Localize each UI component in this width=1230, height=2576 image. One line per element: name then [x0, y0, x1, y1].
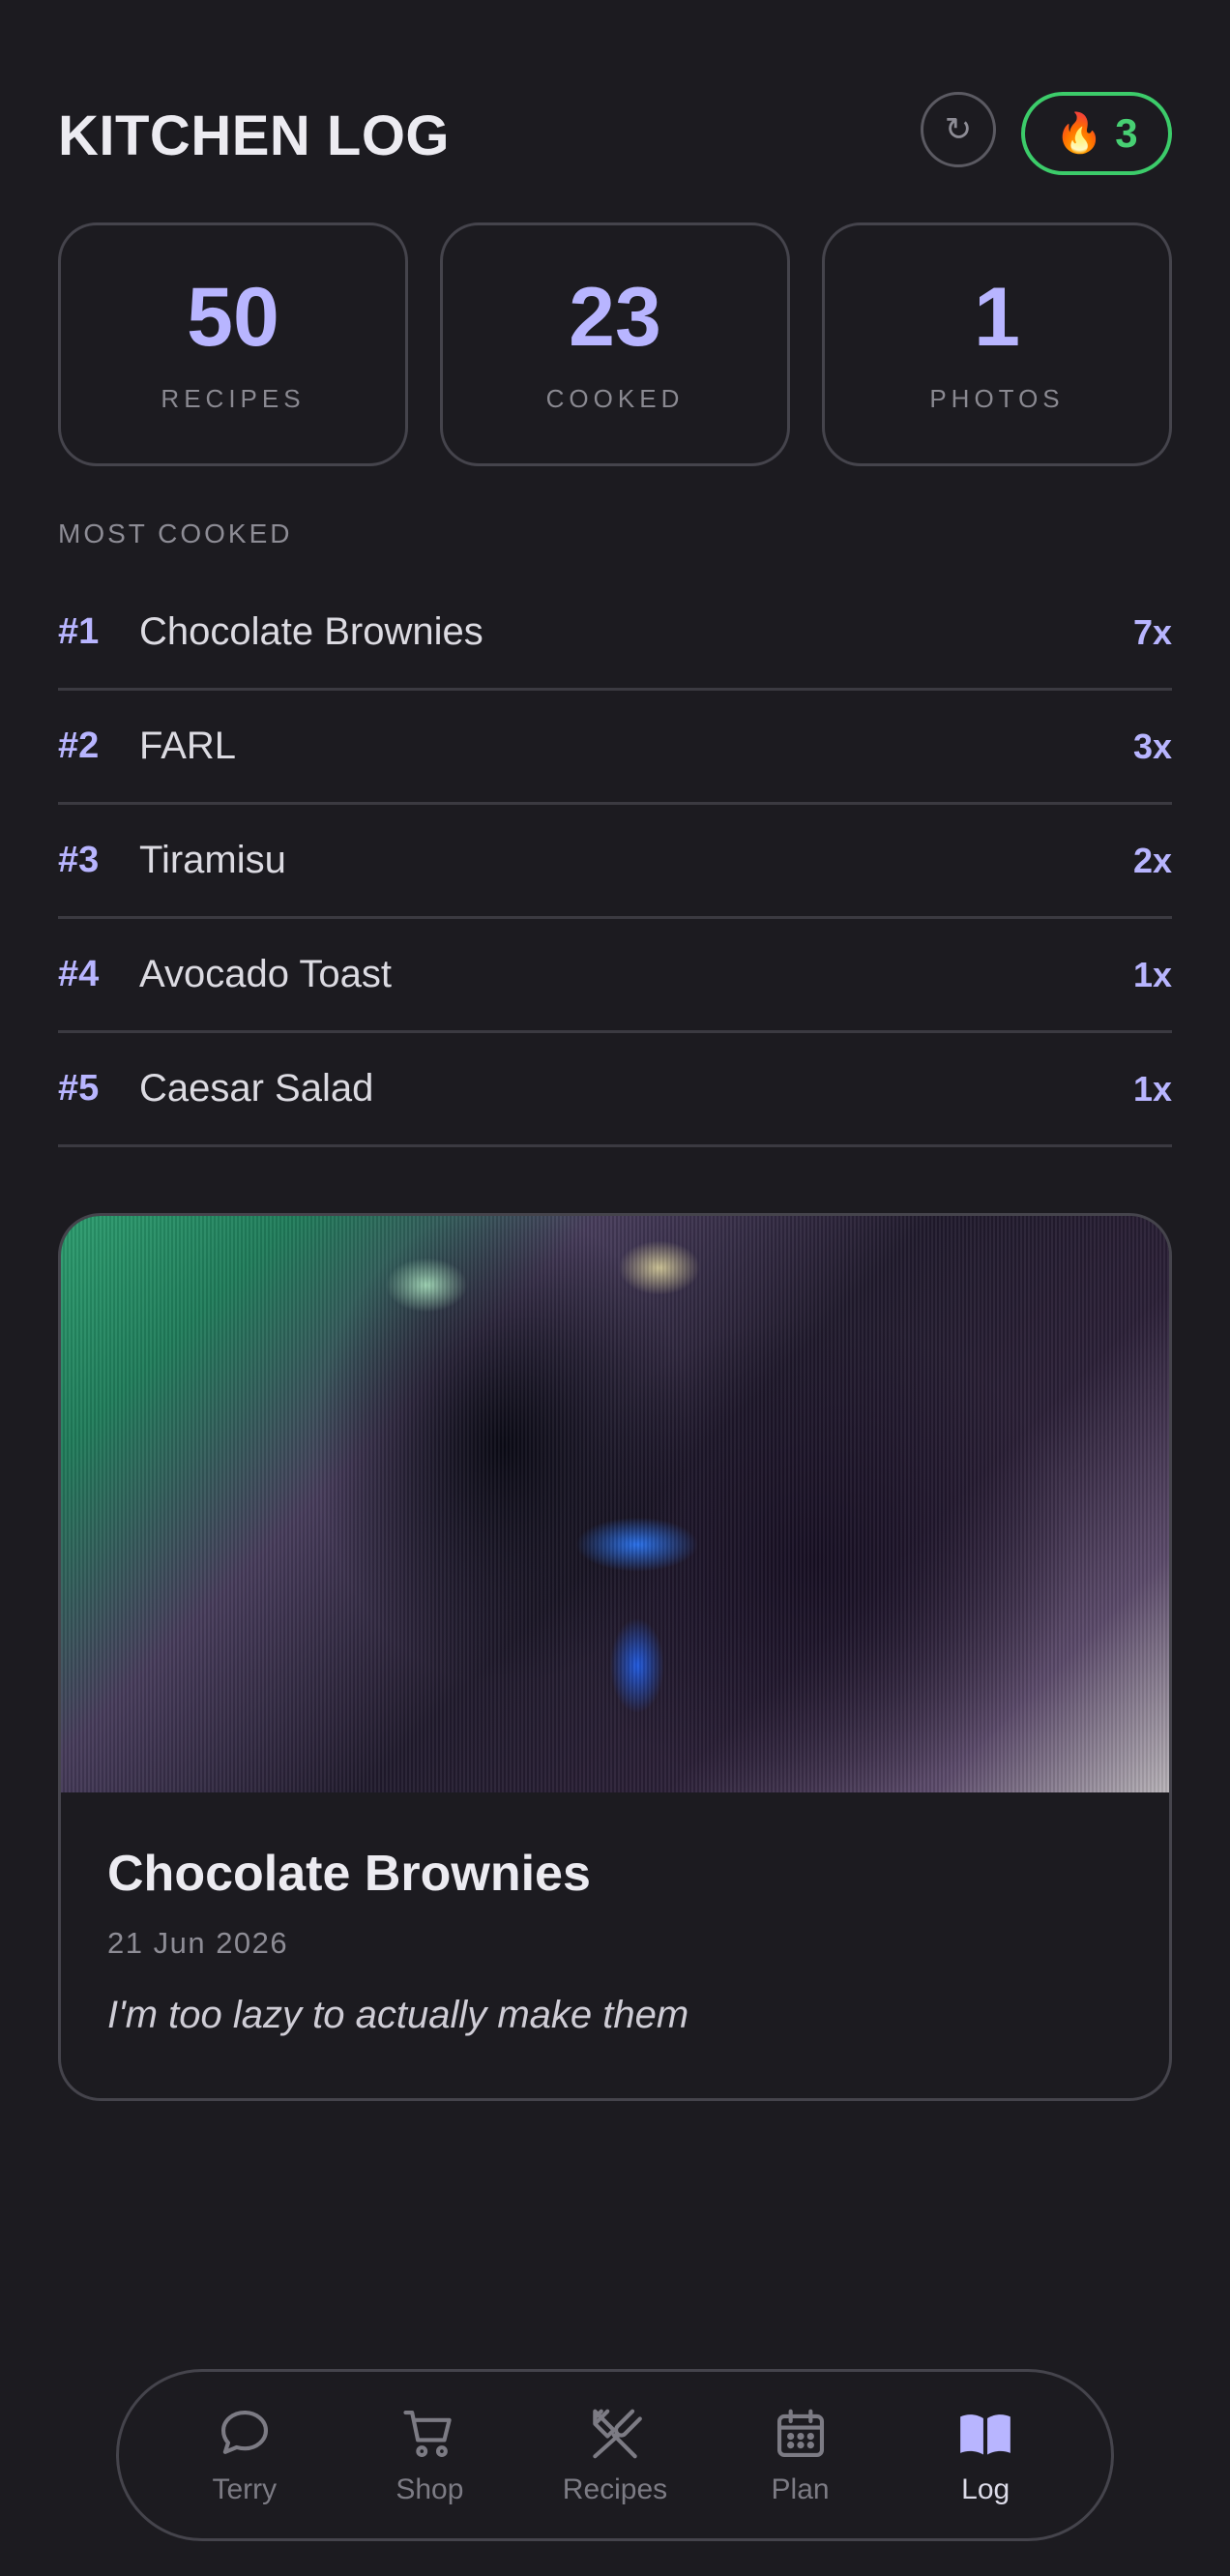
- stat-value: 50: [187, 270, 279, 364]
- header: KITCHEN LOG ↻ 🔥 3: [58, 92, 1172, 179]
- chat-bubble-icon: [220, 2410, 268, 2454]
- cook-count: 1x: [1132, 1068, 1172, 1109]
- flame-icon: 🔥: [1055, 112, 1104, 155]
- list-item[interactable]: #1 Chocolate Brownies 7x: [58, 577, 1172, 691]
- list-item[interactable]: #5 Caesar Salad 1x: [58, 1033, 1172, 1147]
- rank-number: #4: [58, 954, 100, 994]
- list-item[interactable]: #2 FARL 3x: [58, 691, 1172, 805]
- cook-photo[interactable]: [61, 1216, 1169, 1792]
- rank-number: #3: [58, 840, 100, 880]
- streak-badge[interactable]: 🔥 3: [1021, 92, 1172, 175]
- utensils-icon: [593, 2409, 642, 2459]
- stat-value: 1: [974, 270, 1020, 364]
- photo-card-body: Chocolate Brownies 21 Jun 2026 I'm too l…: [107, 1845, 688, 2037]
- cook-count: 3x: [1132, 725, 1172, 766]
- list-item[interactable]: #4 Avocado Toast 1x: [58, 919, 1172, 1033]
- refresh-icon: ↻: [944, 111, 973, 148]
- nav-label: Terry: [212, 2473, 278, 2505]
- nav-label: Log: [961, 2473, 1010, 2505]
- calendar-icon: [776, 2409, 824, 2458]
- refresh-button[interactable]: ↻: [921, 92, 996, 167]
- rank-number: #2: [58, 725, 100, 766]
- nav-item-plan[interactable]: Plan: [714, 2404, 888, 2506]
- nav-item-shop[interactable]: Shop: [342, 2404, 516, 2506]
- cart-icon: [403, 2410, 453, 2458]
- page-title: KITCHEN LOG: [58, 104, 451, 167]
- cook-count: 1x: [1132, 954, 1172, 994]
- recipe-name: FARL: [139, 725, 237, 767]
- bottom-nav: Terry Shop Recipes Plan Log: [116, 2369, 1114, 2541]
- rank-number: #5: [58, 1068, 100, 1109]
- nav-label: Plan: [771, 2473, 830, 2505]
- stat-value: 23: [569, 270, 661, 364]
- photo-card-note: I'm too lazy to actually make them: [107, 1994, 689, 2036]
- recipe-name: Chocolate Brownies: [139, 610, 483, 653]
- nav-item-recipes[interactable]: Recipes: [528, 2404, 702, 2506]
- nav-label: Shop: [395, 2473, 464, 2505]
- recipe-name: Caesar Salad: [139, 1067, 374, 1110]
- stat-card-recipes: 50 RECIPES: [58, 222, 408, 466]
- most-cooked-list: #1 Chocolate Brownies 7x #2 FARL 3x #3 T…: [58, 577, 1172, 1147]
- cook-count: 7x: [1132, 611, 1172, 652]
- list-item[interactable]: #3 Tiramisu 2x: [58, 805, 1172, 919]
- nav-label: Recipes: [562, 2473, 668, 2505]
- photo-card-date: 21 Jun 2026: [107, 1926, 289, 1960]
- photo-card-title: Chocolate Brownies: [107, 1846, 591, 1902]
- nav-item-log[interactable]: Log: [898, 2404, 1072, 2506]
- most-cooked-heading: MOST COOKED: [58, 518, 293, 548]
- stat-label: RECIPES: [161, 383, 306, 413]
- stats-row: 50 RECIPES 23 COOKED 1 PHOTOS: [58, 222, 1172, 466]
- recipe-name: Avocado Toast: [139, 953, 392, 995]
- stat-label: COOKED: [545, 383, 685, 413]
- recipe-name: Tiramisu: [139, 839, 286, 881]
- cook-count: 2x: [1132, 840, 1172, 880]
- rank-number: #1: [58, 611, 100, 652]
- stat-card-photos: 1 PHOTOS: [822, 222, 1172, 466]
- photo-log-card[interactable]: Chocolate Brownies 21 Jun 2026 I'm too l…: [58, 1213, 1172, 2101]
- nav-item-terry[interactable]: Terry: [158, 2404, 332, 2506]
- stat-label: PHOTOS: [929, 383, 1065, 413]
- stat-card-cooked: 23 COOKED: [440, 222, 790, 466]
- book-icon: [960, 2414, 1011, 2455]
- streak-count: 3: [1115, 110, 1138, 156]
